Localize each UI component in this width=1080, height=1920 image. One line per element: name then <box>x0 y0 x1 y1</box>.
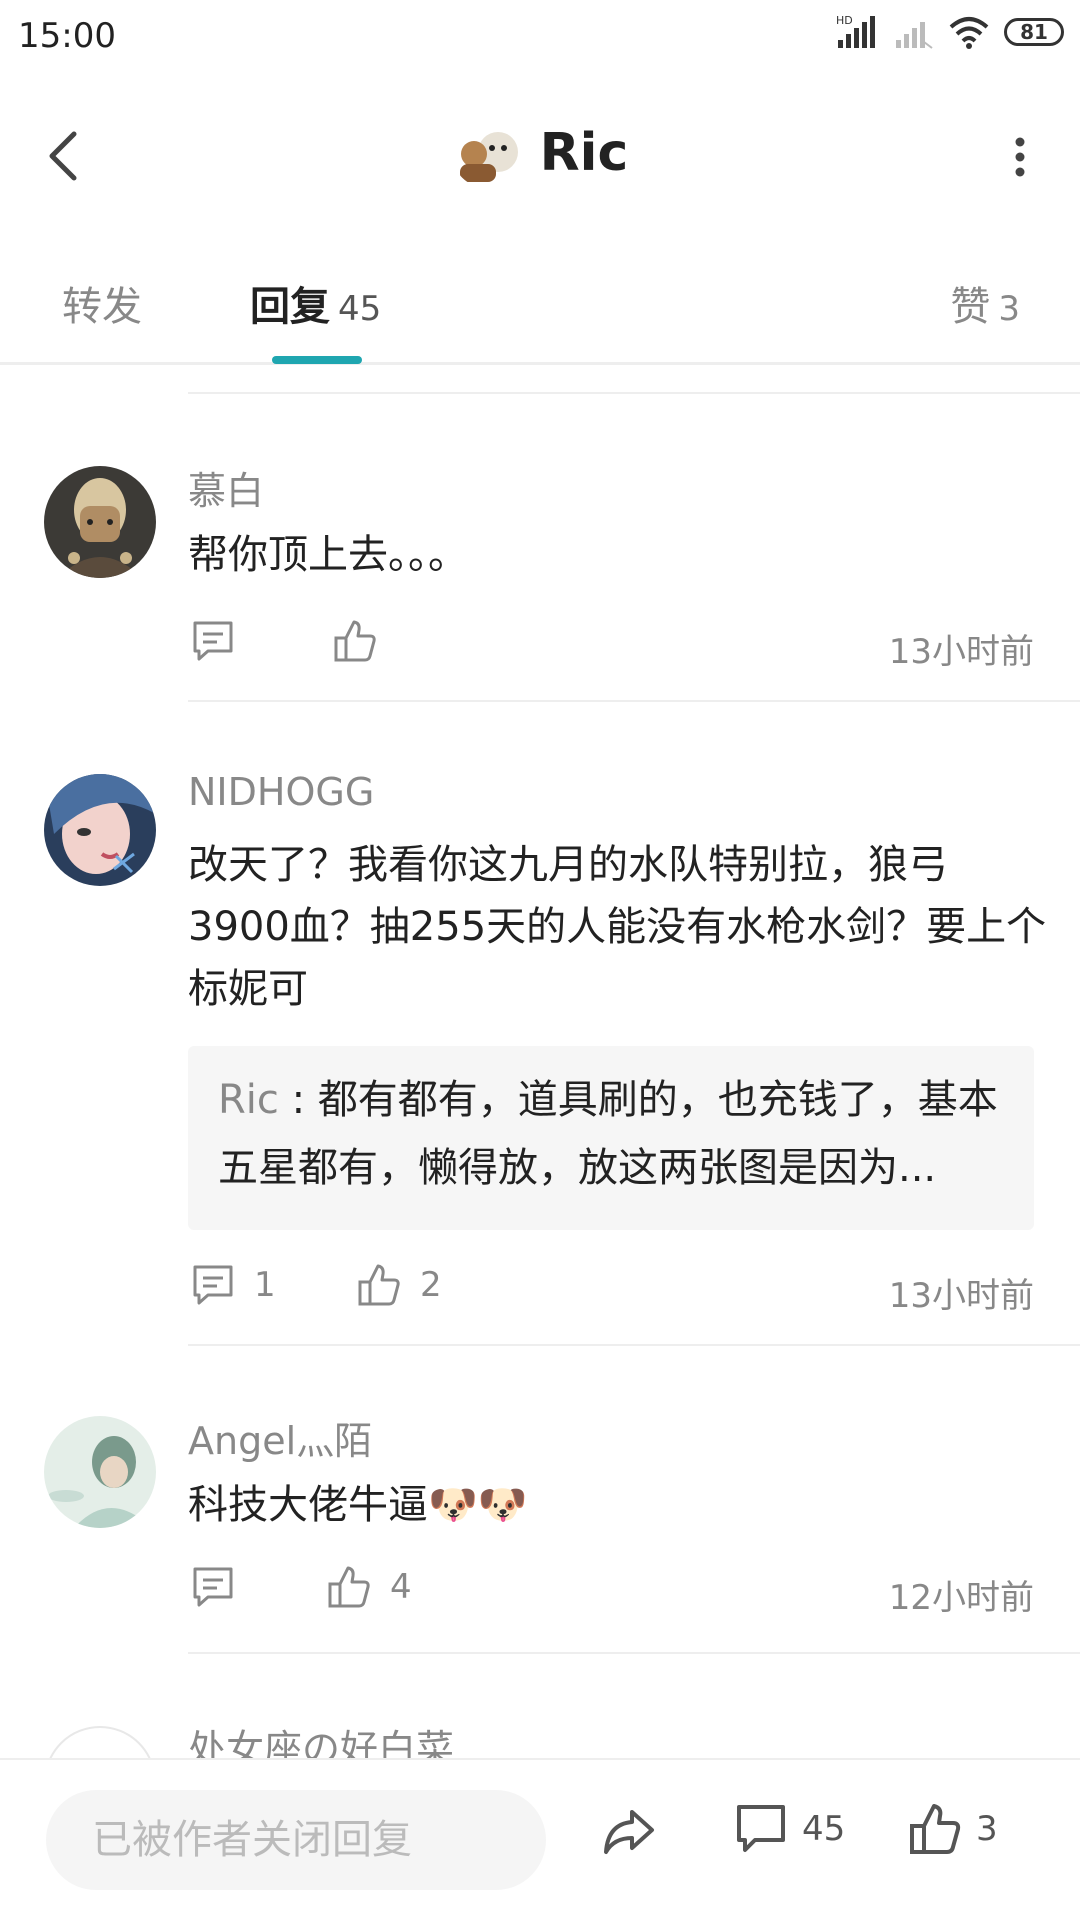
status-icons: HD 81 <box>836 14 1064 50</box>
thumbs-up-icon <box>358 1264 400 1306</box>
divider <box>188 700 1080 702</box>
quote-text: 都有都有，道具刷的，也充钱了，基本五星都有，懒得放，放这两张图是因为... <box>218 1077 998 1191</box>
avatar[interactable] <box>44 1416 156 1528</box>
comment-time: 13小时前 <box>888 1276 1034 1316</box>
comment-author[interactable]: 处女座の好白菜 <box>188 1718 454 1758</box>
reply-button[interactable] <box>190 1564 254 1610</box>
thumbs-up-icon <box>328 1566 370 1608</box>
reply-button[interactable]: 1 <box>190 1262 276 1308</box>
tab-label: 赞 <box>950 284 991 330</box>
tab-like[interactable]: 赞3 <box>950 274 1020 332</box>
like-count: 4 <box>390 1567 412 1607</box>
signal-icon: HD <box>836 14 875 48</box>
comment-icon <box>193 1567 233 1607</box>
page-title: Ric <box>539 123 629 183</box>
tab-reply[interactable]: 回复 45 <box>250 274 381 332</box>
svg-text:HD: HD <box>836 14 853 27</box>
reply-count: 1 <box>254 1265 276 1305</box>
quote-separator: : <box>278 1077 318 1123</box>
signal-weak-icon <box>896 22 933 49</box>
comment-icon <box>193 621 233 661</box>
divider <box>188 1344 1080 1346</box>
avatar[interactable] <box>44 466 156 578</box>
comment-button[interactable]: 45 <box>734 1802 845 1856</box>
divider <box>188 392 1080 394</box>
share-button[interactable] <box>600 1802 658 1860</box>
like-count: 3 <box>976 1809 998 1849</box>
comment-item: 处女座の好白菜 <box>0 1716 1080 1758</box>
avatar[interactable] <box>451 118 522 188</box>
comment-text: 帮你顶上去。。。 <box>188 532 468 578</box>
wifi-icon <box>949 17 989 49</box>
quoted-reply[interactable]: Ric : 都有都有，道具刷的，也充钱了，基本五星都有，懒得放，放这两张图是因为… <box>188 1046 1034 1230</box>
comment-text: 改天了？我看你这九月的水队特别拉，狼弓3900血？抽255天的人能没有水枪水剑？… <box>188 842 1047 1012</box>
more-button[interactable] <box>1000 132 1040 182</box>
share-icon <box>604 1810 654 1854</box>
avatar[interactable] <box>44 1726 156 1758</box>
comment-actions: 13小时前 <box>188 618 1034 678</box>
thumbs-up-icon <box>910 1804 961 1854</box>
comment-time: 12小时前 <box>888 1578 1034 1618</box>
tab-count: 3 <box>998 289 1020 329</box>
title-bar: Ric <box>0 90 1080 220</box>
like-count: 2 <box>420 1265 442 1305</box>
comment-author[interactable]: Angel灬陌 <box>188 1410 372 1465</box>
tab-indicator <box>272 356 362 364</box>
status-time: 15:00 <box>18 16 116 56</box>
comment-icon <box>193 1265 233 1305</box>
battery-icon: 81 <box>1004 18 1064 46</box>
title-user[interactable]: Ric <box>0 118 1080 188</box>
divider <box>188 1652 1080 1654</box>
comment-author[interactable]: NIDHOGG <box>188 770 374 814</box>
reply-input[interactable]: 已被作者关闭回复 <box>46 1790 546 1890</box>
quote-author: Ric <box>218 1077 279 1123</box>
comment-time: 13小时前 <box>888 632 1034 672</box>
comment-count: 45 <box>802 1809 846 1849</box>
comment-actions: 1 2 13小时前 <box>188 1262 1034 1322</box>
battery-level: 81 <box>1020 20 1048 44</box>
comment-icon <box>737 1805 785 1852</box>
comment-text: 科技大佬牛逼🐶🐶 <box>188 1482 528 1528</box>
comment-actions: 4 12小时前 <box>188 1564 1034 1624</box>
status-bar: 15:00 HD 81 <box>0 0 1080 72</box>
tab-label: 转发 <box>62 284 142 330</box>
reply-button[interactable] <box>190 618 254 664</box>
more-vertical-icon <box>1015 137 1025 177</box>
like-button[interactable] <box>332 618 396 664</box>
tab-label: 回复 <box>250 284 330 330</box>
like-button[interactable]: 3 <box>908 1802 998 1856</box>
thumbs-up-icon <box>334 620 376 662</box>
bottom-bar: 已被作者关闭回复 45 3 <box>0 1758 1080 1920</box>
tab-bar: 转发 回复 45 赞3 <box>0 260 1080 365</box>
comment-author[interactable]: 慕白 <box>188 460 264 515</box>
tab-count: 45 <box>338 289 382 329</box>
like-button[interactable]: 2 <box>356 1262 442 1308</box>
like-button[interactable]: 4 <box>326 1564 412 1610</box>
tab-repost[interactable]: 转发 <box>62 274 142 332</box>
avatar[interactable] <box>44 774 156 886</box>
